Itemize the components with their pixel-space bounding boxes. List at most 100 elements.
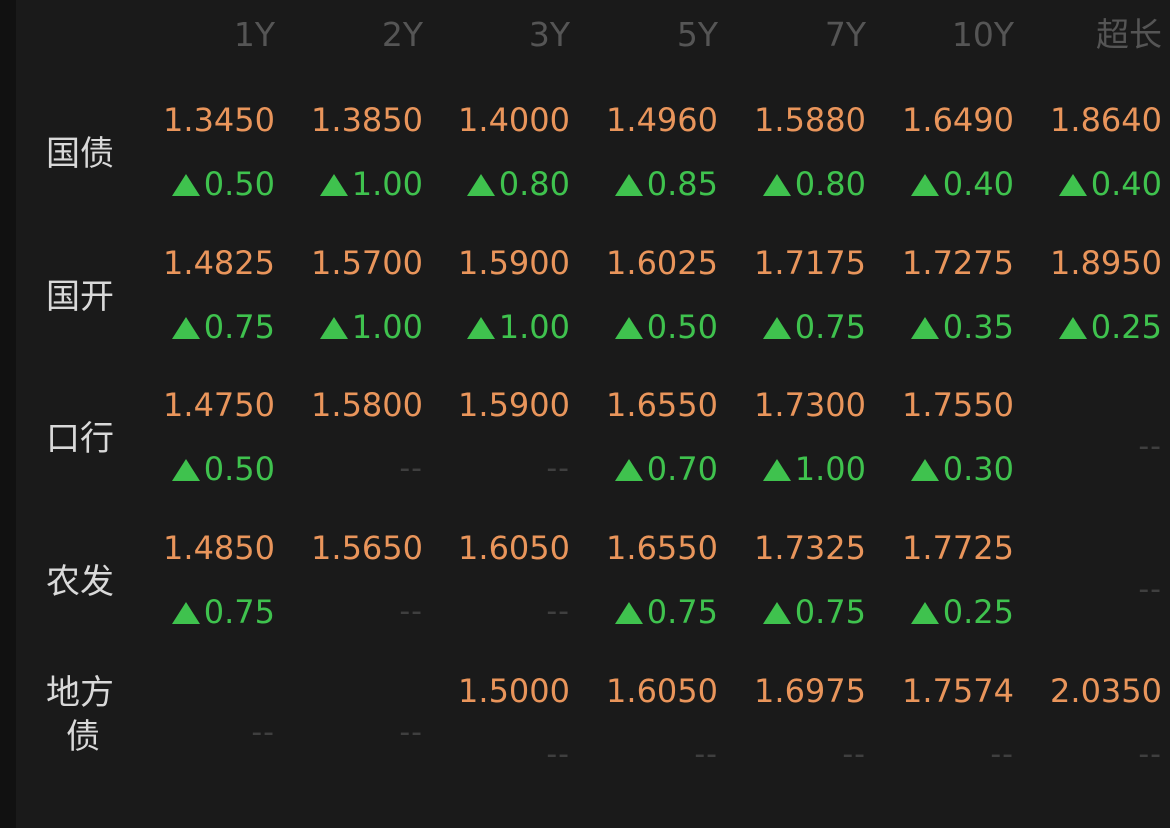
change-text: 1.00 <box>351 165 423 203</box>
change-text: 0.25 <box>1090 308 1162 346</box>
triangle-up-icon <box>171 317 200 339</box>
triangle-up-icon <box>910 317 939 339</box>
row-label: 地方债 <box>46 671 114 759</box>
change-text: 1.00 <box>351 308 423 346</box>
yield-value[interactable]: 1.7325 <box>726 528 866 568</box>
yield-value[interactable]: 1.4825 <box>135 243 275 283</box>
yield-change: 0.50 <box>578 307 718 347</box>
bond-row-0[interactable]: 国债 1.3450 0.50 1.3850 1.00 1.4000 0.80 1.4960 0.… <box>0 100 1170 230</box>
bond-row-2[interactable]: 口行 1.4750 0.50 1.5800 -- 1.5900 -- 1.6550 0.70 1.… <box>0 385 1170 515</box>
change-text: 0.30 <box>942 450 1014 488</box>
row-label-line: 国开 <box>46 277 114 317</box>
yield-value[interactable]: 1.3450 <box>135 100 275 140</box>
column-header-2[interactable]: 3Y <box>430 10 570 60</box>
triangle-up-icon <box>614 317 643 339</box>
triangle-up-icon <box>762 602 791 624</box>
yield-change: 0.70 <box>578 449 718 489</box>
yield-value[interactable]: 1.4960 <box>578 100 718 140</box>
yield-value[interactable]: 1.5900 <box>430 385 570 425</box>
yield-change: 0.75 <box>135 307 275 347</box>
triangle-up-icon <box>762 317 791 339</box>
change-empty: -- <box>399 451 423 486</box>
yield-change: 0.80 <box>726 164 866 204</box>
triangle-up-icon <box>1058 317 1087 339</box>
yield-change: 0.25 <box>874 592 1014 632</box>
yield-value[interactable]: 1.6025 <box>578 243 718 283</box>
yield-value[interactable]: 1.7175 <box>726 243 866 283</box>
bond-row-1[interactable]: 国开 1.4825 0.75 1.5700 1.00 1.5900 1.00 1.6025 0.… <box>0 243 1170 373</box>
change-text: 0.75 <box>203 593 275 631</box>
change-text: 0.80 <box>794 165 866 203</box>
triangle-up-icon <box>614 174 643 196</box>
change-empty: -- <box>1138 737 1162 772</box>
yield-value[interactable]: 1.3850 <box>283 100 423 140</box>
triangle-up-icon <box>910 459 939 481</box>
yield-value[interactable]: 1.5800 <box>283 385 423 425</box>
column-header-3[interactable]: 5Y <box>578 10 718 60</box>
yield-value[interactable]: 1.6050 <box>578 671 718 711</box>
yield-value[interactable]: 2.0350 <box>1022 671 1162 711</box>
yield-value[interactable]: 1.7550 <box>874 385 1014 425</box>
row-label: 农发 <box>46 560 114 604</box>
yield-change: 0.30 <box>874 449 1014 489</box>
change-text: 0.75 <box>203 308 275 346</box>
change-empty: -- <box>546 451 570 486</box>
column-header-4[interactable]: 7Y <box>726 10 866 60</box>
yield-value[interactable]: 1.6550 <box>578 528 718 568</box>
change-text: 0.70 <box>646 450 718 488</box>
yield-value[interactable]: 1.7275 <box>874 243 1014 283</box>
yield-change: 1.00 <box>726 449 866 489</box>
yield-value[interactable]: 1.7300 <box>726 385 866 425</box>
row-label: 国开 <box>46 275 114 319</box>
yield-value[interactable]: 1.4850 <box>135 528 275 568</box>
yield-value[interactable]: 1.5650 <box>283 528 423 568</box>
yield-change: 1.00 <box>430 307 570 347</box>
change-text: 0.85 <box>646 165 718 203</box>
yield-value[interactable]: 1.7725 <box>874 528 1014 568</box>
change-text: 0.35 <box>942 308 1014 346</box>
column-header-0[interactable]: 1Y <box>135 10 275 60</box>
row-label: 国债 <box>46 132 114 176</box>
yield-change: 0.85 <box>578 164 718 204</box>
column-header-1[interactable]: 2Y <box>283 10 423 60</box>
yield-change: 0.75 <box>726 307 866 347</box>
yield-value[interactable]: 1.4750 <box>135 385 275 425</box>
triangle-up-icon <box>614 459 643 481</box>
cell-empty: -- <box>399 715 423 750</box>
yield-value[interactable]: 1.4000 <box>430 100 570 140</box>
yield-change: 0.50 <box>135 164 275 204</box>
change-empty: -- <box>694 737 718 772</box>
yield-value[interactable]: 1.5700 <box>283 243 423 283</box>
change-empty: -- <box>399 594 423 629</box>
yield-value[interactable]: 1.6490 <box>874 100 1014 140</box>
yield-change: 0.40 <box>874 164 1014 204</box>
tenor-header-row: 1Y 2Y 3Y 5Y 7Y 10Y 超长 <box>0 10 1170 60</box>
yield-value[interactable]: 1.5880 <box>726 100 866 140</box>
row-label-line: 农发 <box>46 562 114 602</box>
change-empty: -- <box>546 594 570 629</box>
bond-row-3[interactable]: 农发 1.4850 0.75 1.5650 -- 1.6050 -- 1.6550 0.75 1.… <box>0 528 1170 658</box>
yield-change: 0.25 <box>1022 307 1162 347</box>
yield-value[interactable]: 1.6050 <box>430 528 570 568</box>
yield-value[interactable]: 1.7574 <box>874 671 1014 711</box>
yield-value[interactable]: 1.6550 <box>578 385 718 425</box>
yield-change: 0.80 <box>430 164 570 204</box>
triangle-up-icon <box>171 459 200 481</box>
change-text: 0.75 <box>646 593 718 631</box>
yield-change: 1.00 <box>283 307 423 347</box>
change-empty: -- <box>546 737 570 772</box>
yield-value[interactable]: 1.8950 <box>1022 243 1162 283</box>
change-text: 0.50 <box>646 308 718 346</box>
change-text: 0.80 <box>498 165 570 203</box>
bond-row-4[interactable]: 地方债 -- -- 1.5000 -- 1.6050 -- 1.6975 -- 1.7574 -- 2… <box>0 671 1170 801</box>
yield-value[interactable]: 1.5900 <box>430 243 570 283</box>
yield-change: 0.35 <box>874 307 1014 347</box>
yield-value[interactable]: 1.5000 <box>430 671 570 711</box>
yield-value[interactable]: 1.8640 <box>1022 100 1162 140</box>
change-text: 0.75 <box>794 593 866 631</box>
yield-value[interactable]: 1.6975 <box>726 671 866 711</box>
triangle-up-icon <box>614 602 643 624</box>
row-label-line: 地方 <box>46 673 114 713</box>
column-header-5[interactable]: 10Y <box>874 10 1014 60</box>
column-header-6[interactable]: 超长 <box>1022 10 1162 60</box>
